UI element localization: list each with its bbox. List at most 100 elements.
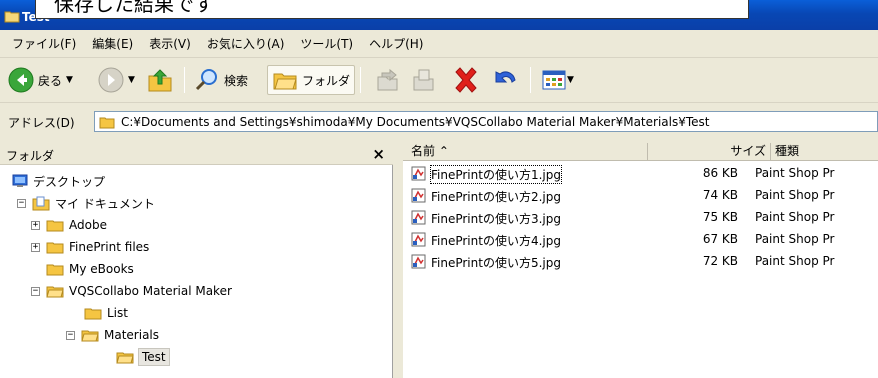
menu-favorites[interactable]: お気に入り(A)	[201, 35, 291, 52]
image-file-icon	[411, 232, 426, 247]
up-folder-button[interactable]	[146, 65, 174, 95]
back-label: 戻る	[38, 73, 63, 88]
copy-to-button[interactable]	[410, 65, 436, 95]
address-bar: アドレス(D) C:¥Documents and Settings¥shimod…	[0, 108, 878, 134]
folder-pane-header: フォルダ ×	[0, 143, 393, 165]
image-file-icon	[411, 166, 426, 181]
expand-icon[interactable]: +	[31, 242, 40, 252]
image-file-icon	[411, 254, 426, 269]
file-size: 67 KB	[702, 232, 738, 246]
move-to-button[interactable]	[374, 65, 400, 95]
tree-item-adobe[interactable]: + Adobe	[31, 214, 107, 236]
tree-item-list[interactable]: List	[84, 302, 128, 324]
folder-icon	[99, 117, 115, 128]
toolbar-separator	[360, 67, 361, 93]
file-type: Paint Shop Pr	[755, 166, 835, 180]
folder-open-icon	[116, 352, 134, 364]
file-type: Paint Shop Pr	[755, 232, 835, 246]
address-path: C:¥Documents and Settings¥shimoda¥My Doc…	[121, 114, 710, 129]
tree-item-desktop[interactable]: デスクトップ	[12, 170, 105, 192]
folder-icon	[46, 264, 64, 276]
forward-dropdown-icon[interactable]: ▼	[128, 75, 135, 85]
expand-icon[interactable]: +	[31, 220, 40, 230]
collapse-icon[interactable]: −	[66, 330, 75, 340]
folder-icon	[4, 11, 20, 23]
tree-item-label: VQSCollabo Material Maker	[69, 284, 232, 298]
file-name: FinePrintの使い方1.jpg	[430, 165, 562, 184]
tree-item-label: List	[107, 306, 128, 320]
tree-item-test[interactable]: Test	[116, 346, 170, 368]
back-button[interactable]: 戻る ▼	[8, 65, 73, 95]
collapse-icon[interactable]: −	[17, 198, 26, 208]
folders-button[interactable]: フォルダ	[267, 65, 356, 95]
tree-item-vqscollabo[interactable]: − VQSCollabo Material Maker	[31, 280, 232, 302]
copy-to-icon	[413, 69, 434, 91]
toolbar-separator	[530, 67, 531, 93]
search-label: 検索	[224, 73, 249, 88]
desktop-icon	[12, 174, 28, 187]
tree-item-label: FinePrint files	[69, 240, 150, 254]
file-row[interactable]: FinePrintの使い方5.jpg 72 KB Paint Shop Pr	[403, 252, 878, 271]
toolbar-separator	[184, 67, 185, 93]
forward-button[interactable]: ▼	[98, 65, 135, 95]
tree-item-label: マイ ドキュメント	[55, 196, 155, 211]
folder-icon	[46, 220, 64, 232]
folder-icon	[84, 308, 102, 320]
file-name: FinePrintの使い方4.jpg	[431, 234, 561, 248]
undo-button[interactable]	[490, 65, 518, 95]
views-icon	[542, 70, 566, 90]
folders-label: フォルダ	[302, 73, 351, 88]
annotation-callout: 保存した結果です	[35, 0, 749, 19]
folders-icon	[273, 73, 297, 90]
folder-open-icon	[81, 330, 99, 342]
menu-tools[interactable]: ツール(T)	[294, 35, 359, 52]
column-header-size[interactable]: サイズ	[648, 143, 771, 161]
delete-x-icon	[455, 67, 477, 93]
tree-item-label: Test	[138, 348, 170, 366]
menu-edit[interactable]: 編集(E)	[86, 35, 139, 52]
menu-view[interactable]: 表示(V)	[143, 35, 197, 52]
undo-icon	[495, 71, 516, 83]
close-icon[interactable]: ×	[372, 145, 385, 163]
file-row[interactable]: FinePrintの使い方4.jpg 67 KB Paint Shop Pr	[403, 230, 878, 249]
image-file-icon	[411, 188, 426, 203]
collapse-icon[interactable]: −	[31, 286, 40, 296]
file-size: 72 KB	[702, 254, 738, 268]
file-name: FinePrintの使い方5.jpg	[431, 256, 561, 270]
search-button[interactable]: 検索	[194, 65, 248, 95]
image-file-icon	[411, 210, 426, 225]
folder-open-icon	[46, 286, 64, 298]
file-row[interactable]: FinePrintの使い方1.jpg 86 KB Paint Shop Pr	[403, 164, 878, 184]
menu-help[interactable]: ヘルプ(H)	[363, 35, 429, 52]
my-documents-icon	[32, 196, 50, 211]
tree-item-materials[interactable]: − Materials	[66, 324, 159, 346]
views-button[interactable]: ▼	[542, 65, 574, 95]
file-name: FinePrintの使い方2.jpg	[431, 190, 561, 204]
callout-text: 保存した結果です	[54, 0, 214, 16]
column-header-type[interactable]: 種類	[771, 143, 878, 161]
address-label: アドレス(D)	[8, 116, 75, 130]
menu-file[interactable]: ファイル(F)	[6, 35, 82, 52]
file-size: 74 KB	[702, 188, 738, 202]
menu-bar: ファイル(F) 編集(E) 表示(V) お気に入り(A) ツール(T) ヘルプ(…	[0, 30, 878, 58]
file-name: FinePrintの使い方3.jpg	[431, 212, 561, 226]
file-row[interactable]: FinePrintの使い方3.jpg 75 KB Paint Shop Pr	[403, 208, 878, 227]
back-arrow-icon	[8, 67, 34, 93]
tree-item-label: デスクトップ	[33, 174, 106, 189]
file-row[interactable]: FinePrintの使い方2.jpg 74 KB Paint Shop Pr	[403, 186, 878, 205]
address-input[interactable]: C:¥Documents and Settings¥shimoda¥My Doc…	[94, 111, 878, 132]
folder-pane-title: フォルダ	[6, 149, 55, 163]
column-header-name[interactable]: 名前 ⌃	[403, 143, 648, 161]
toolbar: 戻る ▼ ▼ 検索 フォルダ ▼	[0, 59, 878, 103]
folder-tree-pane: フォルダ × デスクトップ − マイ ドキュメント + Adobe + Fine…	[0, 143, 393, 378]
tree-item-label: Materials	[104, 328, 160, 342]
tree-item-fineprint-files[interactable]: + FinePrint files	[31, 236, 149, 258]
tree-item-my-ebooks[interactable]: My eBooks	[46, 258, 134, 280]
tree-item-my-documents[interactable]: − マイ ドキュメント	[17, 192, 155, 214]
delete-button[interactable]	[452, 65, 480, 95]
back-dropdown-icon[interactable]: ▼	[66, 75, 73, 85]
up-folder-icon	[148, 69, 172, 92]
file-type: Paint Shop Pr	[755, 254, 835, 268]
views-dropdown-icon[interactable]: ▼	[567, 75, 574, 85]
tree-item-label: Adobe	[69, 218, 107, 232]
